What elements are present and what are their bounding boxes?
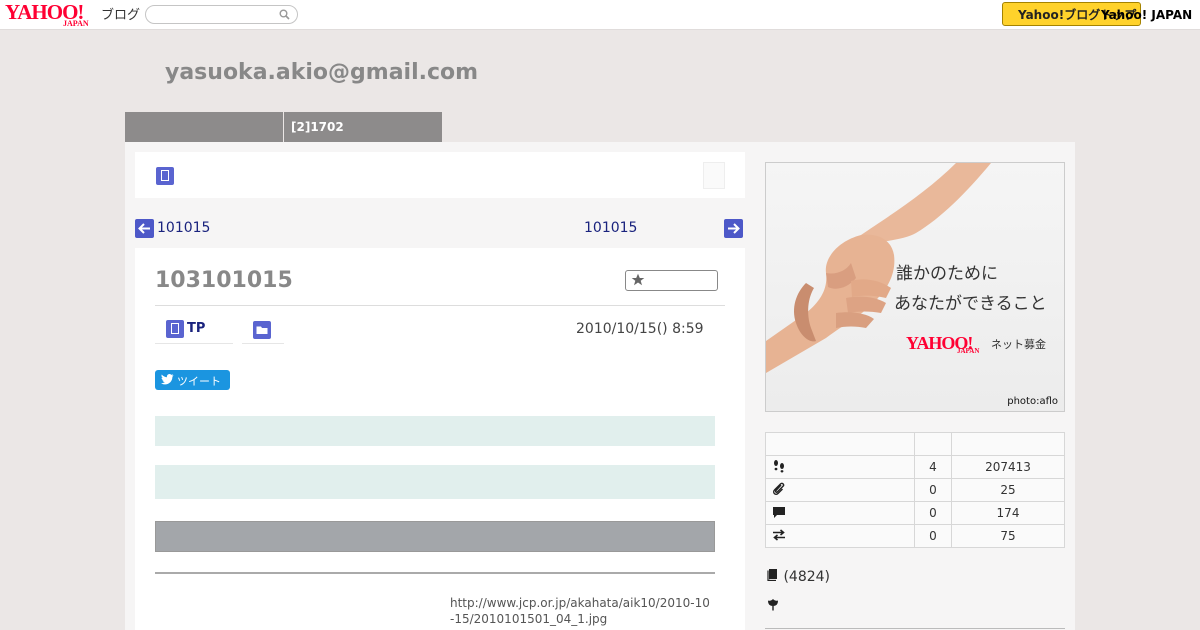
star-icon bbox=[631, 273, 645, 286]
next-arrow-icon[interactable] bbox=[724, 219, 743, 238]
category-link[interactable]: TP bbox=[155, 318, 233, 344]
top-bar: YAHOO! JAPAN ブログ Yahoo!ブログトップ Yahoo! JAP… bbox=[0, 0, 1200, 30]
stat-total: 174 bbox=[951, 501, 1065, 525]
fan-link[interactable] bbox=[767, 596, 779, 615]
content-block bbox=[155, 465, 715, 499]
prev-article-link[interactable]: 101015 bbox=[157, 220, 210, 236]
table-row: 4 207413 bbox=[765, 455, 1065, 479]
tweet-button[interactable]: ツイート bbox=[155, 370, 230, 390]
stat-total: 25 bbox=[951, 478, 1065, 502]
handshake-image bbox=[766, 163, 991, 373]
flower-icon bbox=[768, 599, 778, 611]
content-divider bbox=[155, 572, 715, 574]
service-label[interactable]: ブログ bbox=[101, 4, 140, 23]
article-count-value: (4824) bbox=[783, 569, 831, 585]
table-row: 0 174 bbox=[765, 501, 1065, 525]
sidebar-divider bbox=[765, 628, 1065, 629]
book-icon bbox=[767, 569, 777, 582]
charity-ad-banner[interactable]: 誰かのために あなたができること YAHOO! JAPAN ネット募金 phot… bbox=[765, 162, 1065, 412]
twitter-icon bbox=[161, 374, 174, 385]
book-icon bbox=[166, 320, 184, 338]
trackback-icon bbox=[773, 528, 785, 541]
content-block bbox=[155, 416, 715, 446]
stat-total: 207413 bbox=[951, 455, 1065, 479]
tweet-label: ツイート bbox=[177, 375, 221, 388]
post-date: 2010/10/15() 8:59 bbox=[576, 321, 704, 337]
prev-arrow-icon[interactable] bbox=[135, 219, 154, 238]
table-row: 0 75 bbox=[765, 524, 1065, 548]
ad-line-1: 誰かのために bbox=[896, 264, 998, 284]
comment-icon bbox=[773, 506, 785, 518]
table-header-cell bbox=[951, 432, 1065, 456]
next-article-link[interactable]: 101015 bbox=[584, 220, 637, 236]
table-header-cell bbox=[765, 432, 915, 456]
ad-service-name: ネット募金 bbox=[991, 338, 1046, 351]
image-url[interactable]: http://www.jcp.or.jp/akahata/aik10/2010-… bbox=[450, 595, 710, 627]
ad-photo-credit: photo:aflo bbox=[1007, 396, 1058, 407]
folder-link[interactable] bbox=[242, 318, 284, 344]
book-icon[interactable] bbox=[156, 167, 174, 189]
article-title: 103101015 bbox=[155, 268, 293, 293]
logo-sub-text: JAPAN bbox=[63, 19, 89, 28]
ad-brand-sub: JAPAN bbox=[957, 347, 980, 355]
favorite-button[interactable] bbox=[625, 270, 718, 291]
toolbar-button[interactable] bbox=[703, 162, 725, 189]
ad-line-2: あなたができること bbox=[894, 294, 1047, 314]
tab-2[interactable]: [2]1702 bbox=[284, 112, 442, 142]
article-count[interactable]: (4824) bbox=[767, 568, 830, 585]
title-separator bbox=[155, 305, 725, 306]
stat-total: 75 bbox=[951, 524, 1065, 548]
tab-1[interactable] bbox=[125, 112, 283, 142]
footprints-icon bbox=[774, 459, 784, 472]
search-input[interactable] bbox=[145, 5, 298, 24]
stat-today: 0 bbox=[914, 501, 952, 525]
article-nav: 101015 101015 bbox=[135, 216, 745, 242]
blog-title[interactable]: yasuoka.akio@gmail.com bbox=[165, 60, 478, 85]
search-icon[interactable] bbox=[279, 9, 290, 20]
stat-today: 0 bbox=[914, 524, 952, 548]
folder-icon bbox=[253, 321, 271, 339]
stat-today: 0 bbox=[914, 478, 952, 502]
yahoo-japan-link[interactable]: Yahoo! JAPAN bbox=[1101, 8, 1192, 22]
table-header-cell bbox=[914, 432, 952, 456]
blog-stats-table: 4 207413 0 25 0 174 0 75 bbox=[765, 432, 1065, 548]
yahoo-logo[interactable]: YAHOO! JAPAN bbox=[5, 2, 97, 29]
stat-today: 4 bbox=[914, 455, 952, 479]
article-toolbar bbox=[135, 152, 745, 198]
table-header-row bbox=[765, 432, 1065, 456]
image-placeholder bbox=[155, 521, 715, 552]
table-row: 0 25 bbox=[765, 478, 1065, 502]
paperclip-icon bbox=[772, 482, 785, 495]
category-label: TP bbox=[187, 321, 206, 336]
